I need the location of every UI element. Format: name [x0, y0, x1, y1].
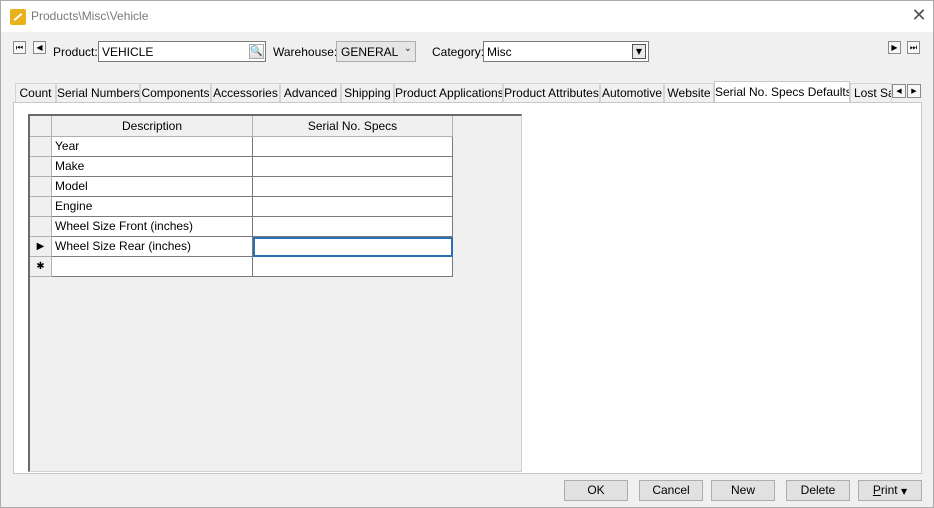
dropdown-arrow-icon[interactable]: ▼	[632, 44, 646, 59]
description-cell[interactable]: Make	[52, 157, 253, 177]
cancel-button[interactable]: Cancel	[639, 480, 703, 501]
next-record-button[interactable]: ▶	[888, 41, 901, 54]
warehouse-select[interactable]: GENERAL ⌄	[336, 41, 416, 62]
title-bar: Products\Misc\Vehicle ✕	[1, 1, 933, 32]
warehouse-value: GENERAL	[341, 45, 399, 59]
print-button[interactable]: Print ▼	[858, 480, 922, 501]
grid-corner	[30, 116, 52, 137]
tab-automotive[interactable]: Automotive	[600, 83, 664, 103]
tab-website[interactable]: Website	[664, 83, 714, 103]
current-row-indicator-icon[interactable]: ▶	[30, 237, 52, 257]
category-value: Misc	[487, 45, 512, 59]
tab-scroll-left-button[interactable]: ◀	[892, 84, 906, 98]
tab-serial-no-specs-defaults[interactable]: Serial No. Specs Defaults	[714, 81, 850, 103]
new-row-asterisk-icon[interactable]: ✱	[30, 257, 52, 277]
column-header-serial-specs[interactable]: Serial No. Specs	[253, 116, 453, 137]
spec-cell[interactable]	[253, 257, 453, 277]
new-button[interactable]: New	[711, 480, 775, 501]
ok-button[interactable]: OK	[564, 480, 628, 501]
delete-button[interactable]: Delete	[786, 480, 850, 501]
search-icon[interactable]: 🔍	[249, 44, 264, 59]
spec-cell[interactable]	[253, 137, 453, 157]
tab-shipping[interactable]: Shipping	[341, 83, 394, 103]
description-cell[interactable]: Engine	[52, 197, 253, 217]
spec-cell-focused[interactable]	[253, 237, 453, 257]
description-cell[interactable]: Model	[52, 177, 253, 197]
row-selector[interactable]	[30, 217, 52, 237]
description-cell[interactable]: Wheel Size Rear (inches)	[52, 237, 253, 257]
product-label: Product:	[53, 45, 98, 59]
warehouse-label: Warehouse:	[273, 45, 338, 59]
tab-accessories[interactable]: Accessories	[211, 83, 280, 103]
row-selector[interactable]	[30, 157, 52, 177]
app-icon	[10, 9, 26, 25]
tab-serial-numbers[interactable]: Serial Numbers	[56, 83, 140, 103]
row-selector[interactable]	[30, 197, 52, 217]
tab-advanced[interactable]: Advanced	[280, 83, 341, 103]
description-cell[interactable]	[52, 257, 253, 277]
tab-lost-sales[interactable]: Lost Sa	[850, 83, 892, 103]
row-selector[interactable]	[30, 177, 52, 197]
serial-specs-grid: Description Serial No. Specs Year Make M…	[28, 114, 522, 472]
product-window: Products\Misc\Vehicle ✕ ⏮ ◀ Product: VEH…	[0, 0, 934, 508]
previous-record-button[interactable]: ◀	[33, 41, 46, 54]
description-cell[interactable]: Year	[52, 137, 253, 157]
spec-cell[interactable]	[253, 157, 453, 177]
first-record-button[interactable]: ⏮	[13, 41, 26, 54]
print-mnemonic: P	[872, 483, 881, 497]
spec-cell[interactable]	[253, 217, 453, 237]
tab-count[interactable]: Count	[15, 83, 56, 103]
tab-components[interactable]: Components	[140, 83, 211, 103]
close-icon[interactable]: ✕	[907, 4, 931, 28]
tab-product-applications[interactable]: Product Applications	[394, 83, 503, 103]
tab-strip: Count Serial Numbers Components Accessor…	[15, 81, 921, 103]
last-record-button[interactable]: ⏭	[907, 41, 920, 54]
product-input[interactable]: VEHICLE 🔍	[98, 41, 266, 62]
spec-cell[interactable]	[253, 177, 453, 197]
print-label: rint	[880, 483, 898, 497]
caret-down-icon: ▼	[900, 487, 908, 496]
tab-product-attributes[interactable]: Product Attributes	[503, 83, 600, 103]
description-cell[interactable]: Wheel Size Front (inches)	[52, 217, 253, 237]
column-header-description[interactable]: Description	[52, 116, 253, 137]
category-combo[interactable]: Misc ▼	[483, 41, 649, 62]
product-value: VEHICLE	[102, 45, 154, 59]
chevron-down-icon: ⌄	[403, 43, 412, 54]
category-label: Category:	[432, 45, 485, 59]
window-title: Products\Misc\Vehicle	[31, 9, 149, 23]
tab-scroll-right-button[interactable]: ▶	[907, 84, 921, 98]
row-selector[interactable]	[30, 137, 52, 157]
spec-cell[interactable]	[253, 197, 453, 217]
